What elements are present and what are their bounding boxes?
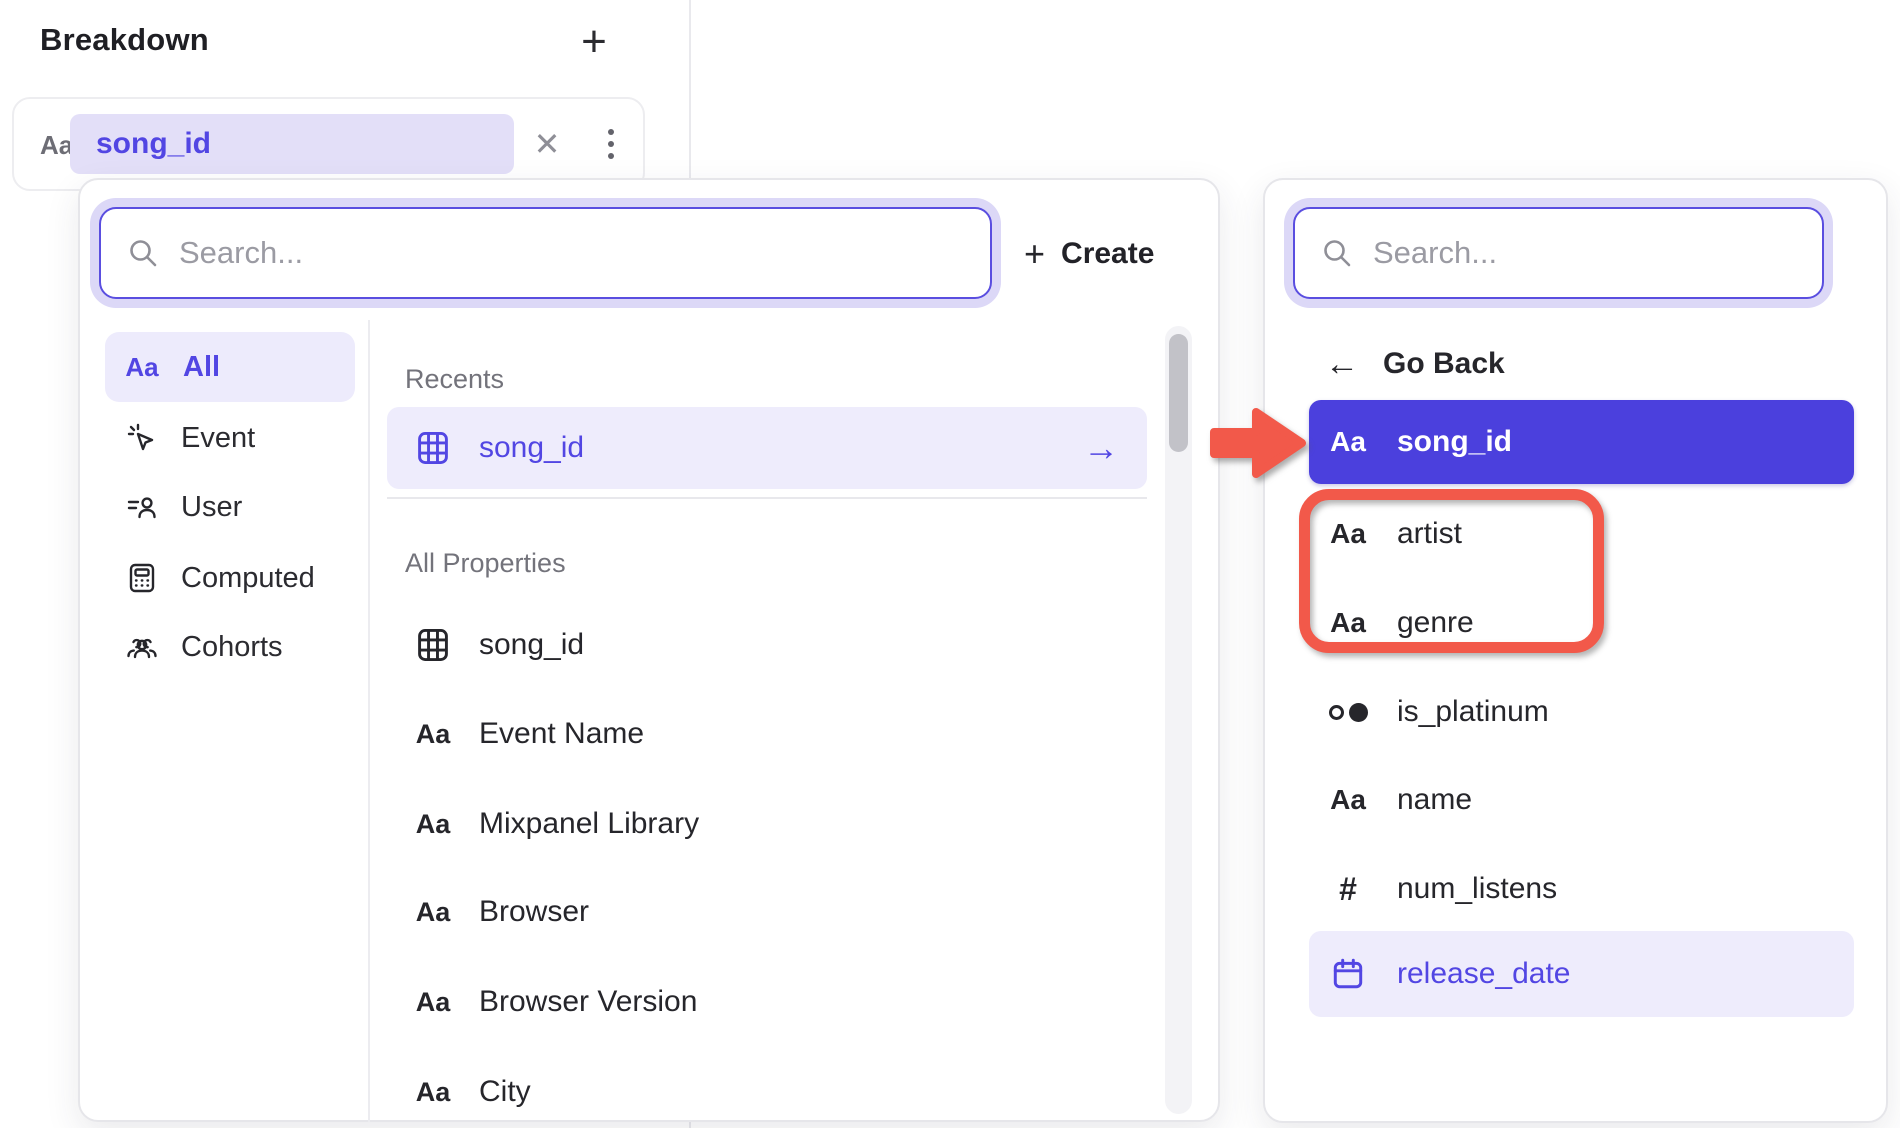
- breakdown-chip[interactable]: song_id: [70, 114, 514, 174]
- kebab-dot: [608, 129, 614, 135]
- data-grid-icon: [414, 626, 452, 664]
- breakdown-title: Breakdown: [40, 22, 209, 58]
- text-type-icon: Aa: [123, 352, 161, 383]
- drill-in-arrow-icon[interactable]: →: [1083, 427, 1119, 469]
- property-row-event-name[interactable]: Aa Event Name: [387, 702, 1147, 766]
- property-row-browser[interactable]: Aa Browser: [387, 880, 1147, 944]
- category-user[interactable]: User: [105, 472, 355, 542]
- recent-property-song-id[interactable]: song_id →: [387, 407, 1147, 489]
- search-icon: [1321, 237, 1353, 269]
- user-icon: [125, 490, 159, 524]
- text-type-icon: Aa: [411, 719, 455, 750]
- section-divider: [387, 497, 1147, 499]
- boolean-type-icon: [1329, 703, 1368, 722]
- group-property-picker-panel: ← Go Back Aa song_id Aa artist Aa genre …: [1263, 178, 1888, 1123]
- breakdown-options-button[interactable]: [586, 99, 636, 189]
- category-event[interactable]: Event: [105, 403, 355, 473]
- scrollbar-thumb[interactable]: [1169, 334, 1188, 452]
- breakdown-chip-card: Aa song_id ✕: [12, 97, 645, 191]
- text-type-icon: Aa: [411, 809, 455, 840]
- text-type-icon: Aa: [1325, 607, 1371, 639]
- group-property-row-artist[interactable]: Aa artist: [1309, 502, 1854, 566]
- group-property-row-num-listens[interactable]: # num_listens: [1309, 857, 1854, 921]
- breakdown-chip-label: song_id: [96, 127, 211, 161]
- number-type-icon: #: [1325, 871, 1371, 908]
- create-property-button[interactable]: + Create: [1024, 228, 1154, 280]
- property-row-song-id[interactable]: song_id: [387, 613, 1147, 677]
- cursor-click-icon: [125, 421, 159, 455]
- add-breakdown-button[interactable]: +: [566, 14, 622, 70]
- group-property-row-name[interactable]: Aa name: [1309, 768, 1854, 832]
- category-computed[interactable]: Computed: [105, 543, 355, 613]
- search-input[interactable]: [179, 235, 964, 271]
- search-icon: [127, 237, 159, 269]
- remove-breakdown-button[interactable]: ✕: [519, 99, 575, 189]
- category-cohorts[interactable]: Cohorts: [105, 612, 355, 682]
- scrollbar-track[interactable]: [1165, 326, 1192, 1114]
- plus-icon: +: [1024, 236, 1045, 272]
- property-row-city[interactable]: Aa City: [387, 1060, 1147, 1124]
- plus-icon: +: [581, 17, 607, 67]
- search-box[interactable]: [1293, 207, 1824, 299]
- text-type-icon: Aa: [1325, 518, 1371, 550]
- panel-divider: [368, 320, 370, 1122]
- text-type-icon: Aa: [1325, 784, 1371, 816]
- close-icon: ✕: [534, 125, 561, 163]
- group-property-row-song-id[interactable]: Aa song_id: [1309, 400, 1854, 484]
- people-group-icon: [125, 630, 159, 664]
- kebab-dot: [608, 141, 614, 147]
- group-property-row-genre[interactable]: Aa genre: [1309, 591, 1854, 655]
- category-all[interactable]: Aa All: [105, 332, 355, 402]
- all-properties-heading: All Properties: [405, 548, 566, 579]
- screen: Breakdown + Aa song_id ✕ + Create: [0, 0, 1900, 1128]
- kebab-dot: [608, 153, 614, 159]
- text-type-icon: Aa: [411, 1077, 455, 1108]
- group-property-row-is-platinum[interactable]: is_platinum: [1309, 680, 1854, 744]
- text-type-icon: Aa: [1325, 426, 1371, 458]
- calendar-icon: [1330, 956, 1366, 992]
- search-input[interactable]: [1373, 235, 1796, 271]
- property-picker-panel: + Create Aa All Event User: [78, 178, 1220, 1122]
- back-arrow-icon: ←: [1325, 345, 1359, 384]
- property-row-mixpanel-library[interactable]: Aa Mixpanel Library: [387, 792, 1147, 856]
- calculator-icon: [125, 561, 159, 595]
- text-type-icon: Aa: [411, 987, 455, 1018]
- go-back-button[interactable]: ← Go Back: [1325, 338, 1505, 390]
- property-row-browser-version[interactable]: Aa Browser Version: [387, 970, 1147, 1034]
- search-box[interactable]: [99, 207, 992, 299]
- data-grid-icon: [414, 429, 452, 467]
- group-property-row-release-date[interactable]: release_date: [1309, 931, 1854, 1017]
- recents-heading: Recents: [405, 364, 504, 395]
- text-type-icon: Aa: [40, 130, 73, 161]
- text-type-icon: Aa: [411, 897, 455, 928]
